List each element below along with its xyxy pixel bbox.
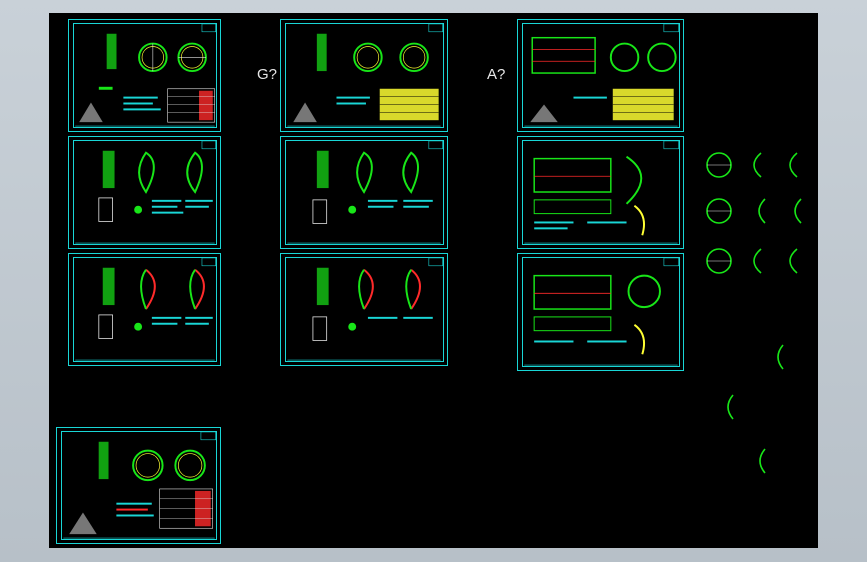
drawing-sheet-5[interactable] [280,19,448,132]
sheet-6-content [287,140,443,244]
sheet-2-content [75,140,217,244]
drawing-sheet-4[interactable] [56,427,221,544]
drawing-sheet-9[interactable] [517,136,684,249]
sheet-group-label-middle: G? [257,66,278,83]
drawing-sheet-6[interactable] [280,136,448,249]
sheet-10-content [524,257,679,366]
sheet-7-content [287,257,443,361]
sheet-3-content [75,257,217,361]
sheet-9-content [524,140,679,244]
sheet-1-content [75,23,217,127]
drawing-sheet-1[interactable] [68,19,221,132]
sheet-4-content [63,431,216,539]
drawing-sheet-8[interactable] [517,19,684,132]
drawing-sheet-10[interactable] [517,253,684,371]
drawing-sheet-3[interactable] [68,253,221,366]
sheet-group-label-right: A? [487,66,506,83]
cad-drawing-viewport[interactable]: G? A? [49,13,818,548]
drawing-sheet-2[interactable] [68,136,221,249]
drawing-sheet-7[interactable] [280,253,448,366]
sheet-5-content [287,23,443,127]
sheet-8-content [524,23,679,127]
loose-detail-fragments[interactable] [699,143,818,483]
